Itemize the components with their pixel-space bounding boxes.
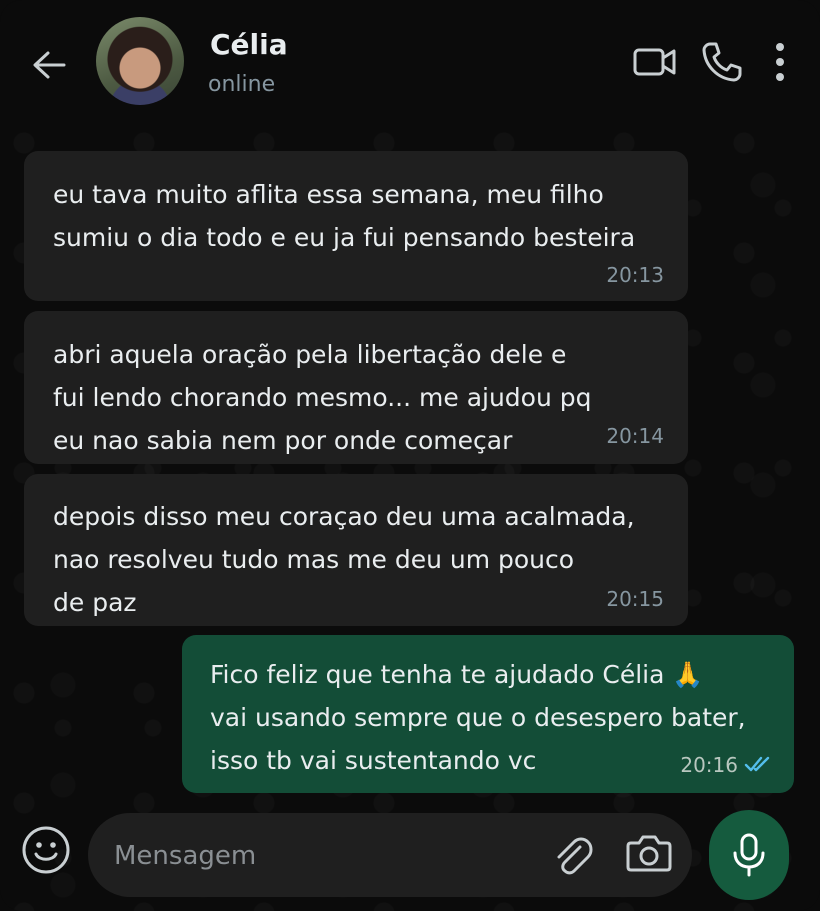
emoji-icon <box>22 826 70 874</box>
avatar[interactable] <box>96 17 184 105</box>
phone-icon <box>702 42 742 82</box>
more-vertical-icon <box>776 43 784 81</box>
camera-button[interactable] <box>626 833 674 877</box>
message-bubble[interactable]: depois disso meu coraçao deu uma acalmad… <box>24 474 688 626</box>
emoji-button[interactable] <box>20 824 72 876</box>
more-options-button[interactable] <box>757 38 803 86</box>
camera-icon <box>626 835 672 872</box>
message-bubble-outgoing[interactable]: Fico feliz que tenha te ajudado Célia 🙏 … <box>182 635 794 793</box>
video-camera-icon <box>633 48 676 76</box>
back-button[interactable] <box>28 44 70 86</box>
message-composer <box>88 813 692 897</box>
contact-name[interactable]: Célia <box>210 28 288 61</box>
video-call-button[interactable] <box>631 38 679 86</box>
message-input[interactable] <box>112 835 536 877</box>
message-text: depois disso meu coraçao deu uma acalmad… <box>53 502 635 617</box>
voice-call-button[interactable] <box>698 38 746 86</box>
microphone-icon <box>733 833 765 877</box>
message-text: eu tava muito aflita essa semana, meu fi… <box>53 180 636 252</box>
contact-status: online <box>208 72 276 97</box>
message-time: 20:15 <box>606 587 664 611</box>
message-time: 20:14 <box>606 424 664 448</box>
voice-message-button[interactable] <box>709 810 789 900</box>
chat-screen: Célia online eu tava muito aflita essa s… <box>0 0 820 911</box>
message-text: abri aquela oração pela libertação dele … <box>53 340 592 455</box>
message-bubble[interactable]: abri aquela oração pela libertação dele … <box>24 311 688 464</box>
attach-button[interactable] <box>550 833 594 877</box>
message-time: 20:13 <box>606 263 664 287</box>
message-text: Fico feliz que tenha te ajudado Célia 🙏 … <box>210 660 746 775</box>
arrow-left-icon <box>33 51 66 79</box>
chat-header: Célia online <box>0 0 820 128</box>
message-time: 20:16 <box>680 753 738 777</box>
paperclip-icon <box>557 837 593 875</box>
read-ticks-icon <box>744 756 770 772</box>
message-bubble[interactable]: eu tava muito aflita essa semana, meu fi… <box>24 151 688 301</box>
